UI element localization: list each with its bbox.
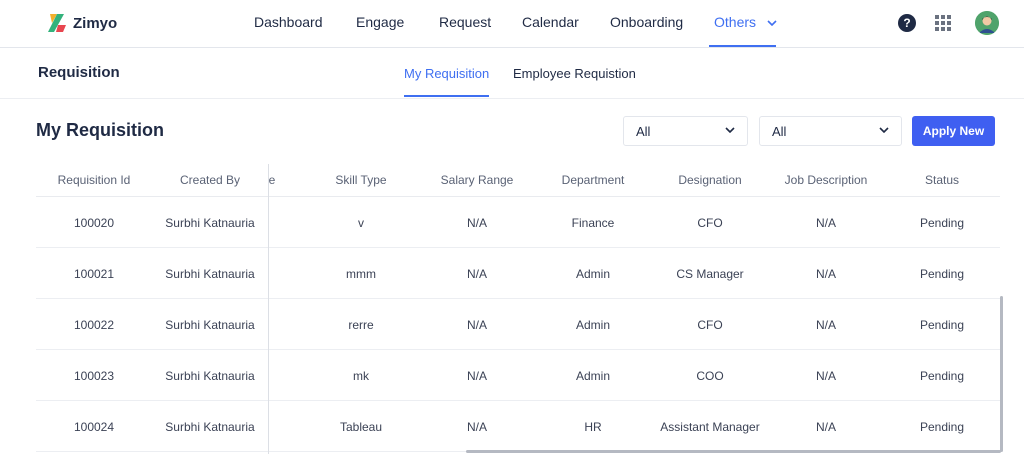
section-title: Requisition bbox=[38, 64, 120, 81]
cell-status: Pending bbox=[919, 216, 965, 230]
cell-skill-type: Tableau bbox=[339, 420, 383, 434]
cell-job-description: N/A bbox=[815, 369, 837, 383]
cell-created-by: Surbhi Katnauria bbox=[165, 420, 255, 434]
sub-header: Requisition My Requisition Employee Requ… bbox=[0, 49, 1024, 99]
table-row[interactable]: 100023 Surbhi Katnauria mk N/A Admin COO… bbox=[36, 350, 1000, 401]
column-header-job-description[interactable]: Job Description bbox=[785, 173, 868, 187]
zimyo-logo-icon bbox=[48, 14, 66, 32]
apps-grid-icon[interactable] bbox=[935, 15, 951, 31]
cell-salary-range: N/A bbox=[466, 369, 488, 383]
filter-select-2[interactable]: All bbox=[759, 116, 902, 146]
cell-designation: CFO bbox=[697, 318, 723, 332]
cell-created-by: Surbhi Katnauria bbox=[165, 216, 255, 230]
cell-department: Admin bbox=[575, 318, 611, 332]
cell-status: Pending bbox=[919, 420, 965, 434]
user-avatar-icon bbox=[975, 11, 999, 35]
cell-status: Pending bbox=[919, 318, 965, 332]
cell-status: Pending bbox=[919, 267, 965, 281]
cell-job-description: N/A bbox=[815, 267, 837, 281]
cell-department: Finance bbox=[571, 216, 615, 230]
cell-skill-type: mk bbox=[353, 369, 369, 383]
filter-select-2-value: All bbox=[772, 124, 787, 139]
cell-designation: CFO bbox=[697, 216, 723, 230]
nav-request[interactable]: Request bbox=[439, 14, 491, 30]
help-icon[interactable]: ? bbox=[898, 14, 916, 32]
cell-requisition-id: 100020 bbox=[73, 216, 115, 230]
table-row[interactable]: 100021 Surbhi Katnauria mmm N/A Admin CS… bbox=[36, 248, 1000, 299]
column-header-skill-type[interactable]: Skill Type bbox=[335, 173, 386, 187]
cell-designation: CS Manager bbox=[676, 267, 744, 281]
cell-department: HR bbox=[584, 420, 602, 434]
cell-requisition-id: 100024 bbox=[73, 420, 115, 434]
chevron-down-icon bbox=[767, 20, 777, 26]
column-header-designation[interactable]: Designation bbox=[678, 173, 741, 187]
table-row[interactable]: 100022 Surbhi Katnauria rerre N/A Admin … bbox=[36, 299, 1000, 350]
column-header-requisition-id[interactable]: Requisition Id bbox=[58, 173, 131, 187]
cell-salary-range: N/A bbox=[466, 420, 488, 434]
apply-new-button[interactable]: Apply New bbox=[912, 116, 995, 146]
cell-created-by: Surbhi Katnauria bbox=[165, 369, 255, 383]
cell-salary-range: N/A bbox=[466, 267, 488, 281]
table-row[interactable]: 100020 Surbhi Katnauria v N/A Finance CF… bbox=[36, 197, 1000, 248]
cell-job-description: N/A bbox=[815, 318, 837, 332]
cell-status: Pending bbox=[919, 369, 965, 383]
active-tab-indicator bbox=[404, 95, 489, 97]
cell-skill-type: mmm bbox=[346, 267, 376, 281]
cell-designation: COO bbox=[696, 369, 724, 383]
nav-engage[interactable]: Engage bbox=[356, 14, 404, 30]
cell-department: Admin bbox=[575, 369, 611, 383]
cell-job-description: N/A bbox=[815, 420, 837, 434]
top-navbar: Zimyo Dashboard Engage Request Calendar … bbox=[0, 0, 1024, 48]
column-header-department[interactable]: Department bbox=[562, 173, 625, 187]
brand-logo[interactable]: Zimyo bbox=[48, 12, 117, 34]
nav-calendar[interactable]: Calendar bbox=[522, 14, 579, 30]
cell-requisition-id: 100021 bbox=[73, 267, 115, 281]
filter-select-1[interactable]: All bbox=[623, 116, 748, 146]
filter-select-1-value: All bbox=[636, 124, 651, 139]
cell-designation: Assistant Manager bbox=[660, 420, 760, 434]
cell-requisition-id: 100022 bbox=[73, 318, 115, 332]
frozen-column-divider bbox=[268, 164, 269, 454]
active-nav-indicator bbox=[709, 45, 776, 47]
tab-employee-requisition[interactable]: Employee Requistion bbox=[513, 66, 636, 81]
tab-my-requisition[interactable]: My Requisition bbox=[404, 66, 489, 81]
nav-others[interactable]: Others bbox=[714, 14, 777, 30]
cell-department: Admin bbox=[575, 267, 611, 281]
nav-dashboard[interactable]: Dashboard bbox=[254, 14, 323, 30]
brand-name: Zimyo bbox=[73, 14, 118, 32]
cell-skill-type: v bbox=[358, 216, 364, 230]
column-header-status[interactable]: Status bbox=[925, 173, 959, 187]
horizontal-scrollbar[interactable] bbox=[466, 450, 1001, 453]
table-row[interactable]: 100024 Surbhi Katnauria Tableau N/A HR A… bbox=[36, 401, 1000, 452]
cell-salary-range: N/A bbox=[466, 318, 488, 332]
nav-others-label: Others bbox=[714, 14, 757, 30]
column-header-salary-range[interactable]: Salary Range bbox=[441, 173, 514, 187]
chevron-down-icon bbox=[725, 127, 735, 133]
cell-job-description: N/A bbox=[815, 216, 837, 230]
cell-created-by: Surbhi Katnauria bbox=[165, 318, 255, 332]
column-header-partial[interactable]: e bbox=[269, 173, 276, 187]
cell-salary-range: N/A bbox=[466, 216, 488, 230]
cell-skill-type: rerre bbox=[348, 318, 374, 332]
nav-onboarding[interactable]: Onboarding bbox=[610, 14, 683, 30]
chevron-down-icon bbox=[879, 127, 889, 133]
avatar[interactable] bbox=[975, 11, 999, 35]
requisition-table: Requisition Id Created By e Skill Type S… bbox=[36, 164, 1000, 454]
page-title: My Requisition bbox=[36, 120, 165, 140]
column-header-created-by[interactable]: Created By bbox=[180, 173, 240, 187]
vertical-scrollbar[interactable] bbox=[1000, 296, 1003, 452]
cell-requisition-id: 100023 bbox=[73, 369, 115, 383]
cell-created-by: Surbhi Katnauria bbox=[165, 267, 255, 281]
